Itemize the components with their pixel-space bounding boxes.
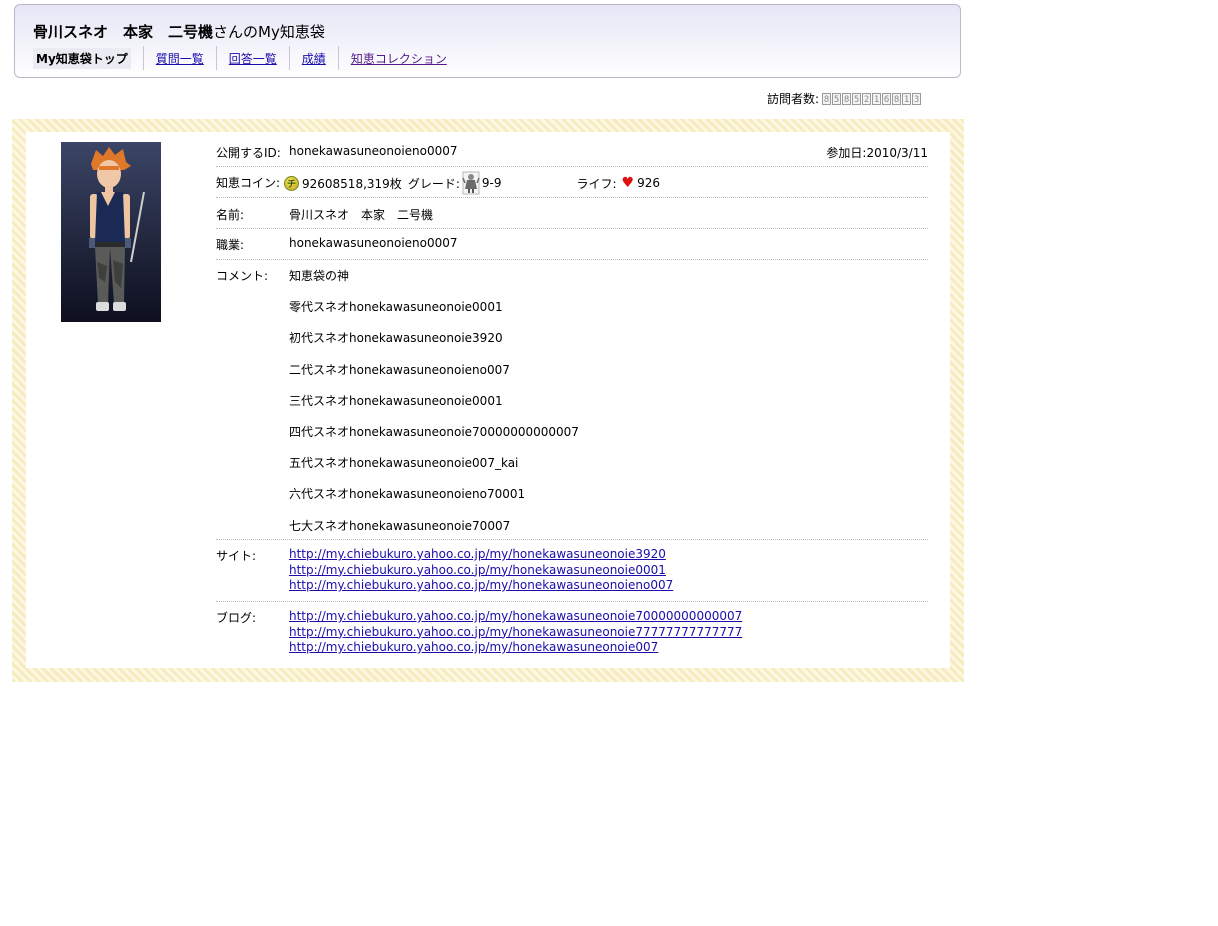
comment-line: 知恵袋の神 xyxy=(289,269,350,283)
row-coins: 知恵コイン: チ 92608518,319枚 グレード: 9-9 ライフ: ♥ … xyxy=(216,167,928,198)
visitor-digit: 1 xyxy=(872,92,882,105)
avatar-image xyxy=(61,142,161,322)
tab-collection: 知恵コレクション xyxy=(337,46,459,70)
name-value: 骨川スネオ 本家 二号機 xyxy=(289,208,434,222)
comment-line: 零代スネオhonekawasuneonoie0001 xyxy=(289,300,503,315)
comment-line: 初代スネオhonekawasuneonoie3920 xyxy=(289,331,503,346)
tab-questions: 質問一覧 xyxy=(142,46,216,70)
life-label: ライフ: xyxy=(576,176,617,191)
join-date-label: 参加日: xyxy=(826,146,867,160)
job-value: honekawasuneonoieno0007 xyxy=(289,236,458,250)
tab-collection-link[interactable]: 知恵コレクション xyxy=(351,50,447,67)
grade-value: 9-9 xyxy=(481,176,502,190)
join-date: 参加日:2010/3/11 xyxy=(826,144,928,161)
tab-questions-link[interactable]: 質問一覧 xyxy=(156,50,204,67)
site-links: http://my.chiebukuro.yahoo.co.jp/my/hone… xyxy=(289,547,673,594)
site-link[interactable]: http://my.chiebukuro.yahoo.co.jp/my/hone… xyxy=(289,578,673,594)
comment-line: 四代スネオhonekawasuneonoie70000000000007 xyxy=(289,424,579,439)
visitor-digit: 3 xyxy=(912,92,922,105)
blog-label: ブログ: xyxy=(216,611,257,625)
comment-line: 三代スネオhonekawasuneonoie0001 xyxy=(289,393,503,408)
profile-frame: 公開するID: honekawasuneonoieno0007 参加日:2010… xyxy=(12,119,964,682)
visitor-digit: 5 xyxy=(832,92,842,105)
header-panel: 骨川スネオ 本家 二号機さんのMy知恵袋 My知恵袋トップ 質問一覧 回答一覧 … xyxy=(14,4,961,78)
blog-link[interactable]: http://my.chiebukuro.yahoo.co.jp/my/hone… xyxy=(289,640,742,656)
name-label: 名前: xyxy=(216,208,245,222)
site-label: サイト: xyxy=(216,549,257,563)
profile-info: 公開するID: honekawasuneonoieno0007 参加日:2010… xyxy=(216,140,928,664)
tab-answers-link[interactable]: 回答一覧 xyxy=(229,50,277,67)
avatar xyxy=(61,142,161,322)
public-id-label: 公開するID: xyxy=(216,146,281,160)
visitor-digit: 5 xyxy=(852,92,862,105)
coin-grade-life: チ 92608518,319枚 グレード: 9-9 ライフ: ♥ 926 xyxy=(284,170,660,196)
job-label: 職業: xyxy=(216,238,245,252)
visitor-digit: 1 xyxy=(902,92,912,105)
public-id-value: honekawasuneonoieno0007 xyxy=(289,144,458,158)
visitor-digit: 8 xyxy=(892,92,902,105)
tab-answers: 回答一覧 xyxy=(215,46,289,70)
row-site: サイト: http://my.chiebukuro.yahoo.co.jp/my… xyxy=(216,540,928,602)
blog-link[interactable]: http://my.chiebukuro.yahoo.co.jp/my/hone… xyxy=(289,625,742,641)
tab-results-link[interactable]: 成績 xyxy=(302,50,326,67)
title-suffix: さんのMy知恵袋 xyxy=(213,23,325,41)
visitor-digit: 8 xyxy=(842,92,852,105)
coin-value: 92608518,319枚 xyxy=(302,176,402,191)
profile-tabs: My知恵袋トップ 質問一覧 回答一覧 成績 知恵コレクション xyxy=(29,46,459,70)
grade-icon xyxy=(462,171,480,195)
row-job: 職業: honekawasuneonoieno0007 xyxy=(216,229,928,260)
coin-label: 知恵コイン: xyxy=(216,176,281,190)
visitor-counter: 訪問者数: 8 5 8 5 2 1 6 8 1 3 xyxy=(767,90,922,107)
comment-label: コメント: xyxy=(216,269,269,283)
visitor-digit: 6 xyxy=(882,92,892,105)
row-public-id: 公開するID: honekawasuneonoieno0007 参加日:2010… xyxy=(216,140,928,167)
grade-label: グレード: xyxy=(407,176,460,191)
visitor-digits: 8 5 8 5 2 1 6 8 1 3 xyxy=(822,92,922,105)
comment-line: 六代スネオhonekawasuneonoieno70001 xyxy=(289,487,526,502)
comment-text: 知恵袋の神 零代スネオhonekawasuneonoie0001 初代スネオho… xyxy=(289,267,579,548)
row-name: 名前: 骨川スネオ 本家 二号機 xyxy=(216,198,928,229)
chie-coin-icon: チ xyxy=(284,175,299,191)
blog-links: http://my.chiebukuro.yahoo.co.jp/my/hone… xyxy=(289,609,742,656)
blog-link[interactable]: http://my.chiebukuro.yahoo.co.jp/my/hone… xyxy=(289,609,742,625)
tab-results: 成績 xyxy=(288,46,338,70)
visitor-digit: 2 xyxy=(862,92,872,105)
row-blog: ブログ: http://my.chiebukuro.yahoo.co.jp/my… xyxy=(216,602,928,664)
tab-my-top[interactable]: My知恵袋トップ xyxy=(29,46,143,70)
site-link[interactable]: http://my.chiebukuro.yahoo.co.jp/my/hone… xyxy=(289,563,673,579)
site-link[interactable]: http://my.chiebukuro.yahoo.co.jp/my/hone… xyxy=(289,547,673,563)
life-value: 926 xyxy=(637,176,660,190)
profile-card: 公開するID: honekawasuneonoieno0007 参加日:2010… xyxy=(26,132,950,668)
comment-line: 五代スネオhonekawasuneonoie007_kai xyxy=(289,456,519,471)
row-comment: コメント: 知恵袋の神 零代スネオhonekawasuneonoie0001 初… xyxy=(216,260,928,540)
page-title: 骨川スネオ 本家 二号機さんのMy知恵袋 xyxy=(33,21,325,42)
user-name: 骨川スネオ 本家 二号機 xyxy=(33,23,214,41)
comment-line: 二代スネオhonekawasuneonoieno007 xyxy=(289,362,510,377)
visitor-digit: 8 xyxy=(822,92,832,105)
join-date-value: 2010/3/11 xyxy=(866,146,928,160)
heart-icon: ♥ xyxy=(621,175,635,191)
tab-my-top-label: My知恵袋トップ xyxy=(33,47,131,69)
visitor-label: 訪問者数: xyxy=(767,92,820,106)
